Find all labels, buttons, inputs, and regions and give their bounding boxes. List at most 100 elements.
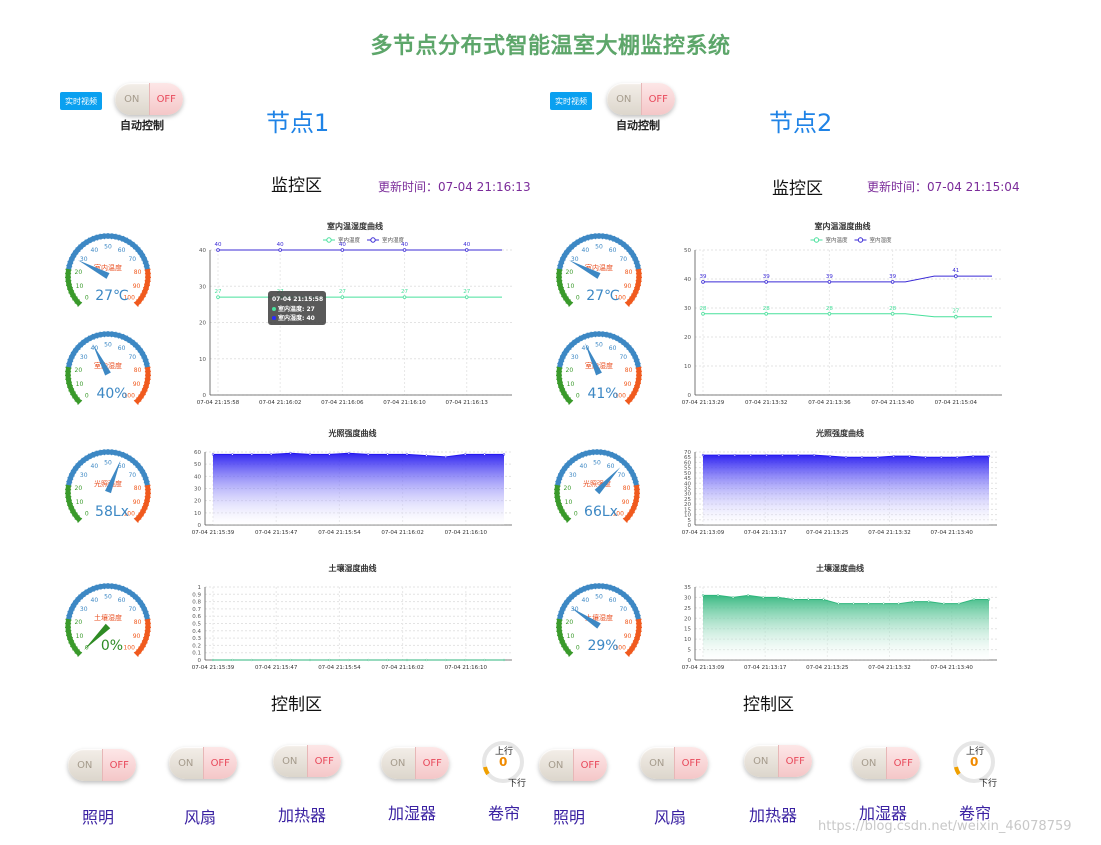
y-tick-label: 0.6	[192, 614, 201, 620]
series-point	[483, 658, 486, 662]
series-point	[924, 456, 927, 459]
series-point	[701, 453, 705, 457]
series-point	[882, 602, 885, 605]
y-tick-label: 20	[684, 335, 691, 341]
gauge-tick-label: 0	[85, 511, 89, 518]
gauge-tick	[594, 583, 597, 590]
gauge-tick	[601, 233, 604, 240]
gauge-tick	[594, 331, 597, 338]
curtain-down-label-node1[interactable]: 下行	[508, 776, 526, 789]
lighting-toggle-node2[interactable]: ON OFF	[539, 749, 607, 781]
lighting-label-node1: 照明	[82, 808, 115, 827]
gauge-tick-label: 40	[580, 463, 588, 470]
toggle-off-label: OFF	[777, 745, 812, 777]
fan-toggle-node2[interactable]: ON OFF	[640, 747, 708, 779]
gauge-tick-label: 10	[76, 499, 84, 506]
series-point	[940, 456, 943, 459]
series-point	[278, 248, 282, 252]
watermark-text: https://blog.csdn.net/weixin_46078759	[818, 819, 1072, 834]
series-point	[764, 312, 769, 316]
series-point	[464, 453, 467, 456]
series-point	[444, 658, 447, 662]
series-point	[813, 453, 816, 457]
toggle-on-label: ON	[124, 93, 140, 105]
x-tick-label: 07-04 21:13:25	[806, 665, 849, 671]
x-tick-label: 07-04 21:16:10	[445, 530, 488, 536]
y-tick-label: 35	[684, 487, 691, 493]
point-label: 40	[401, 242, 408, 248]
series-point	[308, 453, 312, 456]
series-point	[747, 594, 750, 597]
auto-control-label-node2: 自动控制	[616, 119, 660, 132]
series-point	[405, 658, 409, 662]
y-tick-label: 0	[198, 523, 202, 529]
gauge-soil-node2: 010203040 50 60708090100土壤湿度29%	[556, 583, 642, 657]
soil-chart-node1: 土壤湿度曲线 00.1 0.20.30.40.5 0.60.70.8 0.91 07-04…	[192, 563, 512, 671]
gauge-tick-label: 80	[134, 619, 142, 626]
gauge-tick-label: 70	[128, 354, 136, 361]
series-point	[890, 280, 895, 284]
temp-humidity-chart-node2: 室内温湿度曲线 0 10 20 30 40 50 07-04 21:13:29 07-04 21…	[682, 221, 1002, 406]
auto-control-toggle-node1[interactable]: ON OFF	[115, 83, 183, 115]
humidifier-toggle-node2[interactable]: ON OFF	[852, 747, 920, 779]
x-tick-label: 07-04 21:13:40	[930, 530, 973, 536]
y-tick-label: 10	[684, 513, 691, 519]
gauge-tick-label: 40	[91, 247, 99, 254]
series-point	[328, 658, 331, 662]
gauge-humidity-node1: 0102030405060708090100室内湿度40%	[65, 331, 151, 405]
gauge-tick-label: 70	[619, 256, 627, 263]
series-point	[897, 602, 900, 605]
curtain-down-label-node2[interactable]: 下行	[979, 776, 997, 789]
series-point	[822, 598, 825, 601]
series-point	[781, 453, 784, 457]
series-point	[367, 453, 370, 456]
y-tick-label: 25	[684, 497, 691, 503]
series-point	[231, 453, 234, 456]
toggle-on-label: ON	[861, 757, 877, 769]
y-tick-label: 55	[684, 466, 691, 472]
point-label: 28	[700, 306, 707, 312]
tooltip-line: 室内温度: 27	[278, 305, 315, 313]
y-tick-label: 0	[198, 658, 202, 664]
series-area	[703, 595, 989, 660]
heater-toggle-node1[interactable]: ON OFF	[273, 745, 341, 777]
gauge-tick-label: 70	[619, 354, 627, 361]
toggle-on-label: ON	[548, 759, 564, 771]
series-point	[211, 658, 215, 662]
series-point	[987, 455, 991, 458]
y-tick-label: 0.1	[192, 651, 201, 657]
y-tick-label: 60	[194, 450, 201, 456]
series-point	[807, 598, 810, 601]
x-tick-label: 07-04 21:13:32	[868, 665, 910, 671]
gauge-tick-label: 50	[104, 342, 112, 349]
y-tick-label: 0	[688, 393, 692, 399]
gauge-tick-label: 80	[625, 619, 633, 626]
gauge-tick	[594, 233, 597, 240]
y-tick-label: 0.8	[192, 600, 201, 606]
series-point	[844, 456, 848, 459]
gauge-tick	[103, 583, 106, 590]
toggle-off-label: OFF	[572, 749, 607, 781]
point-label: 27	[952, 309, 959, 315]
series-point	[340, 295, 345, 299]
humidifier-label-node1: 加湿器	[388, 804, 437, 823]
series-area	[703, 455, 989, 525]
gauge-tick-label: 40	[582, 597, 590, 604]
fan-toggle-node1[interactable]: ON OFF	[169, 747, 237, 779]
legend-marker	[370, 237, 376, 243]
realtime-video-button-node1[interactable]: 实时视频	[60, 92, 102, 110]
realtime-video-button-node2[interactable]: 实时视频	[550, 92, 592, 110]
humidifier-toggle-node1[interactable]: ON OFF	[381, 747, 449, 779]
gauge-tick-label: 50	[595, 342, 603, 349]
gauge-tick-label: 30	[571, 354, 579, 361]
gauge-tick-label: 20	[564, 485, 572, 492]
gauge-tick	[601, 583, 604, 590]
gauge-value: 41%	[587, 386, 618, 402]
auto-control-toggle-node2[interactable]: ON OFF	[607, 83, 675, 115]
lighting-toggle-node1[interactable]: ON OFF	[68, 749, 136, 781]
gauge-tick-label: 10	[567, 633, 575, 640]
x-tick-label: 07-04 21:13:09	[682, 530, 725, 536]
toggle-off-label: OFF	[414, 747, 449, 779]
heater-toggle-node2[interactable]: ON OFF	[744, 745, 812, 777]
point-label: 40	[339, 242, 346, 248]
